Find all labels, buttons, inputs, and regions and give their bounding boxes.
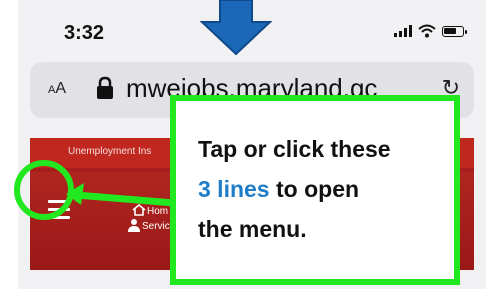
text-size-button[interactable]: AA bbox=[48, 80, 66, 98]
callout-line-1: Tap or click these bbox=[198, 136, 391, 162]
user-icon bbox=[128, 219, 140, 232]
pointer-arrow-icon bbox=[66, 183, 175, 207]
status-icons bbox=[394, 24, 467, 38]
instruction-callout: Tap or click these 3 lines to open the m… bbox=[170, 95, 460, 285]
callout-highlight: 3 lines bbox=[198, 176, 270, 202]
callout-line-3: the menu. bbox=[198, 216, 307, 242]
wifi-icon bbox=[418, 24, 436, 38]
banner-text: Unemployment Ins bbox=[68, 146, 152, 157]
battery-icon bbox=[442, 25, 467, 37]
signal-icon bbox=[394, 25, 412, 37]
callout-text: Tap or click these 3 lines to open the m… bbox=[198, 129, 448, 249]
down-arrow-icon bbox=[200, 0, 272, 56]
lock-icon bbox=[97, 76, 113, 99]
status-time: 3:32 bbox=[64, 22, 105, 44]
callout-line-2: to open bbox=[276, 176, 360, 202]
